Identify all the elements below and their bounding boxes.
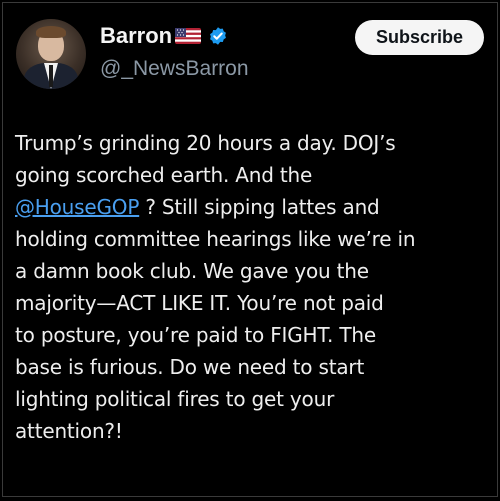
author-display-name[interactable]: Barron (100, 23, 172, 49)
verified-badge-icon (210, 27, 227, 45)
post-body: Trump’s grinding 20 hours a day. DOJ’s g… (15, 127, 493, 447)
post-body-line: majority—ACT LIKE IT. You’re not paid (15, 291, 384, 315)
mention-link-housegop[interactable]: @HouseGOP (15, 195, 139, 219)
post-card: Barron @_NewsBarron Subscribe Trump’s gr… (2, 2, 498, 497)
post-body-line: a damn book club. We gave you the (15, 259, 369, 283)
avatar[interactable] (16, 19, 86, 89)
post-body-line: Trump’s grinding 20 hours a day. DOJ’s (15, 131, 396, 155)
author-name-row: Barron (100, 23, 228, 49)
post-body-line: holding committee hearings like we’re in (15, 227, 416, 251)
author-handle[interactable]: @_NewsBarron (100, 56, 249, 82)
post-body-line: @HouseGOP ? Still sipping lattes and (15, 191, 493, 223)
subscribe-button[interactable]: Subscribe (355, 20, 484, 55)
post-body-text: ? Still sipping lattes and (139, 195, 380, 219)
post-body-line: lighting political fires to get your (15, 387, 335, 411)
post-body-line: going scorched earth. And the (15, 163, 313, 187)
avatar-tie (49, 65, 53, 87)
post-body-line: attention?! (15, 419, 123, 443)
post-body-line: base is furious. Do we need to start (15, 355, 365, 379)
us-flag-icon (175, 28, 202, 44)
avatar-hair (36, 26, 66, 38)
post-body-line: to posture, you’re paid to FIGHT. The (15, 323, 376, 347)
